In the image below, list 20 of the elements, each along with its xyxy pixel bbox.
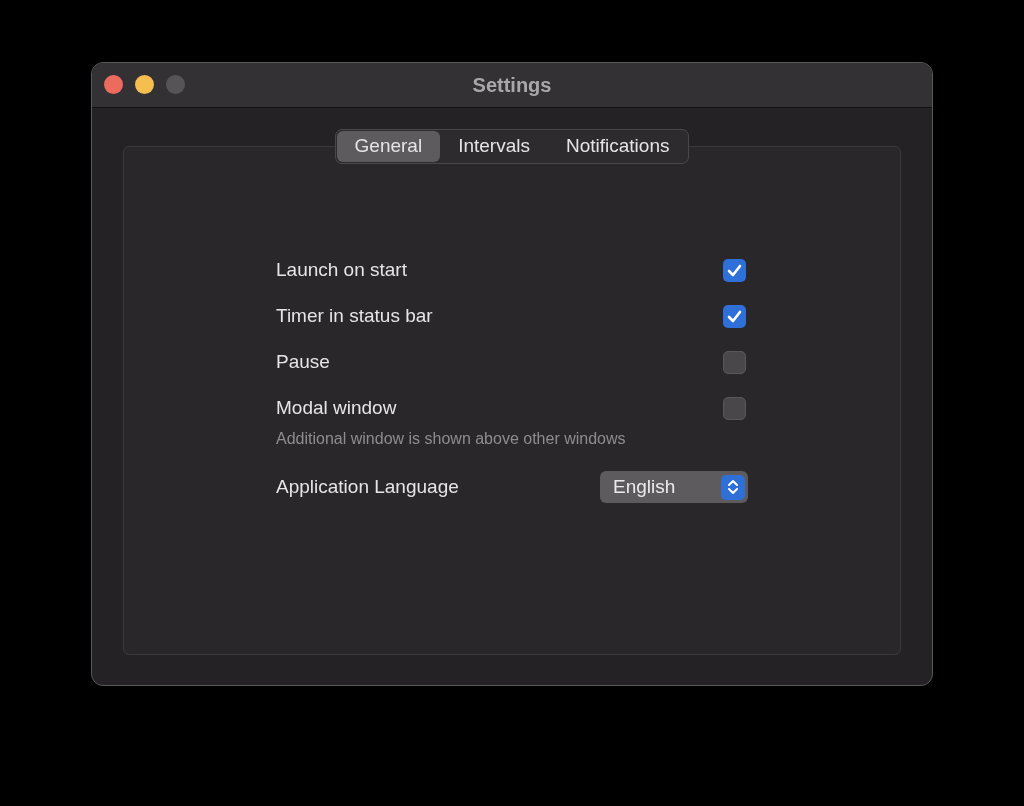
check-icon [727,309,742,323]
close-button[interactable] [104,75,123,94]
window-title: Settings [472,73,552,98]
checkbox[interactable] [723,258,746,282]
setting-label: Application Language [276,475,459,499]
setting-label: Pause [276,350,330,374]
tab[interactable]: Intervals [440,131,548,162]
setting-label: Timer in status bar [276,304,433,328]
setting-label: Modal window [276,396,397,420]
tab[interactable]: Notifications [547,131,688,162]
language-dropdown[interactable]: English [600,471,748,503]
check-icon [727,263,742,277]
setting-label: Launch on start [276,258,407,282]
checkbox[interactable] [723,350,746,374]
checkbox[interactable] [723,304,746,328]
stepper-icon [721,474,745,500]
minimize-button[interactable] [135,75,154,94]
tab[interactable]: General [336,131,441,162]
checkbox[interactable] [723,396,746,420]
setting-description: Additional window is shown above other windows [276,429,627,449]
